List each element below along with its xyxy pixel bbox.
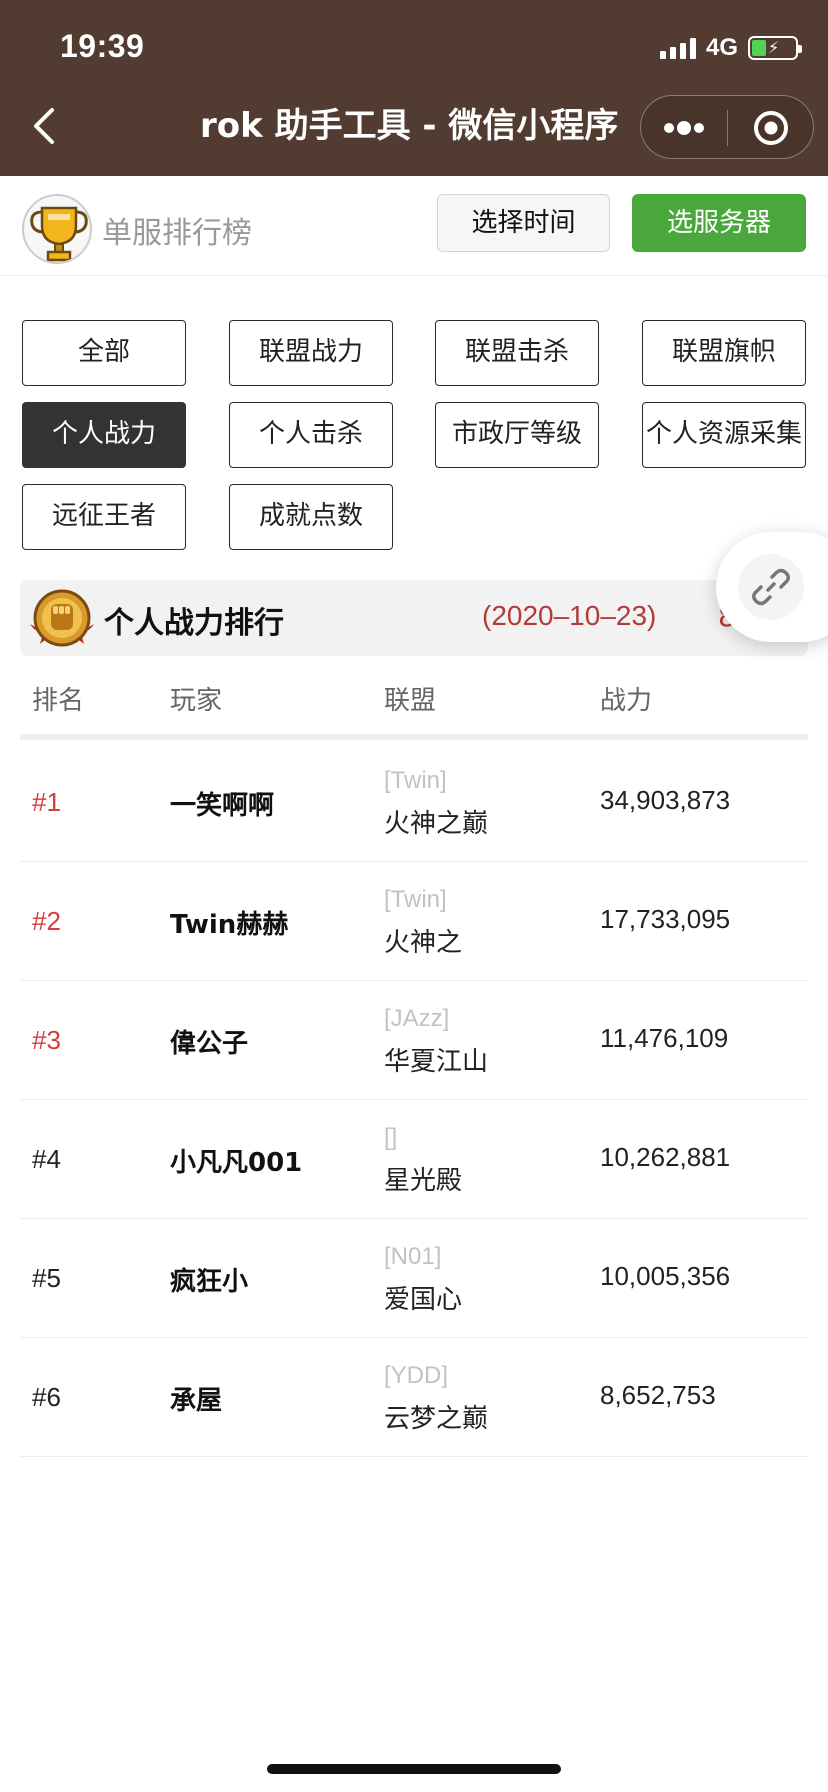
table-row[interactable]: #6 承屋 [YDD] 云梦之巅 8,652,753 — [20, 1338, 808, 1457]
category-all[interactable]: 全部 — [22, 320, 186, 386]
rank-number: #1 — [32, 787, 61, 817]
home-indicator — [267, 1764, 561, 1774]
rank-number: #4 — [32, 1144, 61, 1174]
top-bar: 19:39 4G ⚡ rok 助手工具 - 微信小程序 — [0, 0, 828, 176]
player-name: 偉公子 — [170, 1029, 249, 1059]
column-player: 玩家 — [170, 686, 223, 716]
more-button[interactable] — [641, 96, 727, 160]
power-value: 34,903,873 — [600, 785, 731, 815]
table-row[interactable]: #5 疯狂小 [N01] 爱国心 10,005,356 — [20, 1219, 808, 1338]
alliance-tag: [Twin] — [384, 767, 447, 794]
status-time: 19:39 — [60, 28, 145, 64]
category-city-hall-level[interactable]: 市政厅等级 — [435, 402, 599, 468]
battery-icon: ⚡ — [748, 36, 802, 60]
filter-bar: 单服排行榜 选择时间 选服务器 — [0, 176, 828, 276]
signal-icon — [659, 37, 696, 59]
column-power: 战力 — [600, 686, 653, 716]
board-name: 单服排行榜 — [102, 216, 252, 251]
select-server-button[interactable]: 选服务器 — [632, 194, 806, 252]
rank-number: #2 — [32, 906, 61, 936]
share-link-button[interactable] — [716, 532, 828, 642]
alliance-tag: [] — [384, 1124, 398, 1151]
link-icon — [752, 568, 790, 606]
player-name: 一笑啊啊 — [170, 791, 275, 821]
power-value: 10,262,881 — [600, 1142, 731, 1172]
page-title: rok 助手工具 - 微信小程序 — [200, 106, 619, 146]
player-name: 小凡凡001 — [170, 1148, 303, 1178]
network-type: 4G — [705, 34, 738, 61]
player-name: Twin赫赫 — [170, 910, 289, 940]
category-expedition-king[interactable]: 远征王者 — [22, 484, 186, 550]
ranking-date: (2020–10–23) — [482, 600, 657, 631]
alliance-name: 云梦之巅 — [384, 1404, 489, 1434]
alliance-name: 星光殿 — [384, 1166, 463, 1196]
category-personal-power[interactable]: 个人战力 — [22, 402, 186, 468]
category-achievement-points[interactable]: 成就点数 — [229, 484, 393, 550]
trophy-avatar — [22, 194, 92, 264]
alliance-tag: [YDD] — [384, 1362, 449, 1389]
close-mini-program-button[interactable] — [728, 96, 814, 160]
rank-number: #5 — [32, 1263, 61, 1293]
more-dots-icon — [664, 121, 704, 135]
rank-number: #3 — [32, 1025, 61, 1055]
select-time-button[interactable]: 选择时间 — [437, 194, 610, 252]
power-value: 10,005,356 — [600, 1261, 731, 1291]
ranking-header: 个人战力排行 (2020–10–23) 8 — [20, 580, 808, 656]
table-row[interactable]: #3 偉公子 [JAzz] 华夏江山 11,476,109 — [20, 981, 808, 1100]
category-personal-kills[interactable]: 个人击杀 — [229, 402, 393, 468]
player-name: 承屋 — [170, 1386, 223, 1416]
power-value: 8,652,753 — [600, 1380, 716, 1410]
table-row[interactable]: #2 Twin赫赫 [Twin] 火神之 17,733,095 — [20, 862, 808, 981]
alliance-name: 火神之巅 — [384, 809, 489, 839]
rank-number: #6 — [32, 1382, 61, 1412]
power-value: 11,476,109 — [600, 1023, 729, 1053]
alliance-name: 火神之 — [384, 928, 463, 958]
back-button[interactable] — [20, 102, 68, 150]
column-alliance: 联盟 — [384, 686, 437, 716]
player-name: 疯狂小 — [170, 1267, 249, 1297]
trophy-icon — [30, 206, 88, 262]
status-icons: 4G ⚡ — [659, 34, 802, 62]
ranking-title: 个人战力排行 — [104, 606, 284, 641]
power-value: 17,733,095 — [600, 904, 731, 934]
category-resource-gathering[interactable]: 个人资源采集 — [642, 402, 806, 468]
category-alliance-power[interactable]: 联盟战力 — [229, 320, 393, 386]
column-rank: 排名 — [32, 686, 85, 716]
alliance-name: 爱国心 — [384, 1285, 463, 1315]
target-icon — [754, 111, 788, 145]
alliance-tag: [Twin] — [384, 886, 447, 913]
alliance-name: 华夏江山 — [384, 1047, 489, 1077]
fist-medal-icon — [30, 589, 94, 647]
alliance-tag: [N01] — [384, 1243, 442, 1270]
category-alliance-kills[interactable]: 联盟击杀 — [435, 320, 599, 386]
table-row[interactable]: #1 一笑啊啊 [Twin] 火神之巅 34,903,873 — [20, 743, 808, 862]
mini-program-capsule — [640, 95, 814, 159]
alliance-tag: [JAzz] — [384, 1005, 450, 1032]
category-alliance-flags[interactable]: 联盟旗帜 — [642, 320, 806, 386]
chevron-left-icon — [34, 108, 54, 144]
table-row[interactable]: #4 小凡凡001 [] 星光殿 10,262,881 — [20, 1100, 808, 1219]
table-header: 排名 玩家 联盟 战力 — [20, 668, 808, 740]
